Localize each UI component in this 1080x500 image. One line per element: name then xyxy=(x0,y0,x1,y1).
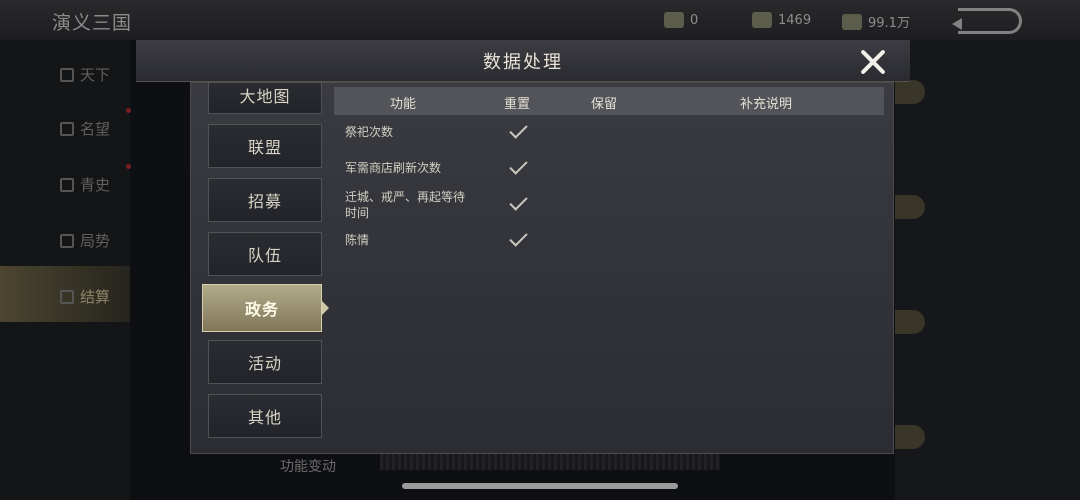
background-footer-bar xyxy=(380,452,720,470)
background-footer-label: 功能变动 xyxy=(280,459,336,475)
resource-copper: 1469 xyxy=(752,12,811,28)
table-row-function: 陈情 xyxy=(345,233,370,247)
resource-copper-value: 1469 xyxy=(778,12,812,28)
tab-events[interactable]: 活动 xyxy=(208,340,322,384)
resource-gold-value: 0 xyxy=(690,12,699,28)
gold-ingot-icon xyxy=(664,12,684,28)
reset-check-icon xyxy=(508,124,528,138)
settlement-icon xyxy=(60,289,74,304)
background-tab xyxy=(895,80,925,104)
resource-gold: 0 xyxy=(664,12,698,28)
sidebar-item-label: 结算 xyxy=(80,288,111,306)
column-header-keep: 保留 xyxy=(591,97,618,112)
top-bar xyxy=(0,0,1080,40)
reset-check-icon xyxy=(508,232,528,246)
food-icon xyxy=(842,13,862,30)
sidebar-item-label: 天下 xyxy=(80,66,111,84)
sidebar-item-label: 青史 xyxy=(80,176,111,194)
column-header-note: 补充说明 xyxy=(740,97,793,112)
sidebar-item-settlement[interactable]: 结算 xyxy=(60,286,110,307)
tab-map[interactable]: 大地图 xyxy=(208,82,322,114)
tab-recruit[interactable]: 招募 xyxy=(208,178,322,222)
tab-alliance[interactable]: 联盟 xyxy=(208,124,322,168)
table-row-function: 迁城、戒严、再起等待时间 xyxy=(345,190,466,220)
game-title: 演义三国 xyxy=(52,12,133,34)
tab-team[interactable]: 队伍 xyxy=(208,232,322,276)
background-tab xyxy=(895,425,925,449)
history-icon xyxy=(60,177,74,192)
sidebar-item-world[interactable]: 天下 xyxy=(60,64,110,85)
notification-dot xyxy=(126,164,131,169)
tab-other[interactable]: 其他 xyxy=(208,394,322,438)
table-row-function: 祭祀次数 xyxy=(345,125,394,139)
column-header-reset: 重置 xyxy=(504,97,531,112)
table-row-function: 军需商店刷新次数 xyxy=(345,161,442,175)
resource-food-value: 99.1万 xyxy=(868,16,910,31)
home-indicator[interactable] xyxy=(402,483,678,489)
background-tab xyxy=(895,310,925,334)
back-arrow-icon[interactable] xyxy=(952,8,1022,34)
notification-dot xyxy=(126,108,131,113)
column-header-function: 功能 xyxy=(390,97,417,112)
sidebar-item-situation[interactable]: 局势 xyxy=(60,230,110,251)
world-icon xyxy=(60,67,74,82)
active-tab-arrow-icon xyxy=(322,301,329,315)
situation-icon xyxy=(60,233,74,248)
background-tab xyxy=(895,195,925,219)
dialog-header: 数据处理 xyxy=(136,40,910,82)
copper-coin-icon xyxy=(752,12,772,28)
close-icon[interactable] xyxy=(858,48,888,76)
sidebar-item-label: 局势 xyxy=(80,232,111,250)
sidebar-item-history[interactable]: 青史 xyxy=(60,174,110,195)
reset-check-icon xyxy=(508,196,528,210)
sidebar-item-prestige[interactable]: 名望 xyxy=(60,118,110,139)
table-header: 功能 重置 保留 补充说明 xyxy=(334,87,884,115)
resource-food: 99.1万 xyxy=(842,12,910,31)
dialog-title: 数据处理 xyxy=(483,52,563,73)
reset-check-icon xyxy=(508,160,528,174)
sidebar-item-label: 名望 xyxy=(80,120,111,138)
prestige-icon xyxy=(60,121,74,136)
tab-affairs[interactable]: 政务 xyxy=(202,284,322,332)
